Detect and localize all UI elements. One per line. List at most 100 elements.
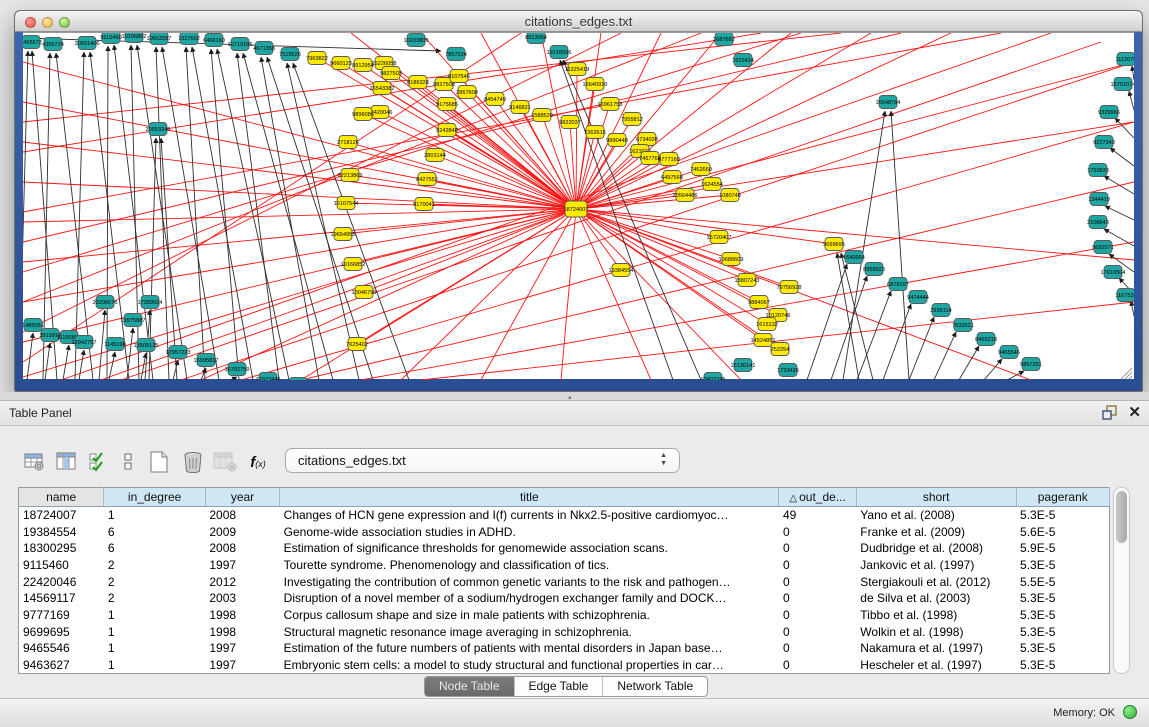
- graph-node[interactable]: 9455572: [23, 36, 42, 49]
- graph-node[interactable]: 20053346: [146, 123, 171, 136]
- column-header-short[interactable]: short: [856, 488, 1016, 507]
- graph-node[interactable]: 7462660: [690, 163, 712, 176]
- close-panel-icon[interactable]: ✕: [1128, 405, 1141, 421]
- graph-node[interactable]: 16107544: [334, 197, 359, 210]
- graph-node[interactable]: 19384554: [609, 264, 634, 277]
- column-header-pagerank[interactable]: pagerank: [1016, 488, 1109, 507]
- graph-node[interactable]: 11325419: [565, 63, 589, 76]
- graph-node[interactable]: 9245012: [287, 378, 309, 381]
- graph-node[interactable]: 16640910: [583, 78, 608, 91]
- graph-node[interactable]: 9146821: [509, 101, 531, 114]
- graph-node[interactable]: 7955812: [621, 113, 643, 126]
- network-canvas[interactable]: 9455572435572420691406911546010196862106…: [23, 33, 1134, 380]
- function-builder-button[interactable]: f(x): [246, 450, 270, 474]
- graph-node[interactable]: 7963822: [306, 52, 328, 65]
- graph-node[interactable]: 19218596: [547, 46, 572, 59]
- graph-node[interactable]: 17359924: [138, 296, 163, 309]
- column-header-year[interactable]: year: [205, 488, 279, 507]
- graph-node[interactable]: 10719185: [228, 38, 253, 51]
- memory-ok-icon[interactable]: [1123, 705, 1137, 719]
- graph-node[interactable]: 1588520: [531, 109, 553, 122]
- graph-node[interactable]: 9227343: [1093, 136, 1115, 149]
- graph-node[interactable]: 1112075: [1116, 53, 1134, 66]
- table-row[interactable]: 911546021997Tourette syndrome. Phenomeno…: [19, 557, 1110, 574]
- table-row[interactable]: 946362711997Embryonic stem cells: a mode…: [19, 657, 1110, 674]
- graph-node[interactable]: 16543382: [370, 82, 395, 95]
- graph-node[interactable]: 17957223: [166, 346, 191, 359]
- table-row[interactable]: 2242004622012Investigating the contribut…: [19, 573, 1110, 590]
- graph-node[interactable]: 17016504: [1101, 266, 1126, 279]
- graph-node[interactable]: 19975887: [121, 314, 146, 327]
- graph-node[interactable]: 79756928: [777, 281, 802, 294]
- graph-node[interactable]: 9465546: [998, 346, 1020, 359]
- graph-node[interactable]: 9896086: [352, 108, 374, 121]
- graph-node[interactable]: 2935114: [930, 304, 951, 317]
- graph-node[interactable]: 10653287: [147, 33, 172, 45]
- graph-node[interactable]: 1615424: [732, 54, 754, 67]
- tab-edge-table[interactable]: Edge Table: [515, 677, 604, 696]
- graph-node[interactable]: 19654955: [331, 228, 356, 241]
- show-columns-button[interactable]: [55, 450, 79, 474]
- graph-node[interactable]: 8465318: [975, 333, 997, 346]
- graph-node[interactable]: 9890448: [606, 134, 628, 147]
- graph-node[interactable]: 9115460: [100, 33, 121, 44]
- graph-node[interactable]: 1640954: [843, 251, 865, 264]
- graph-node[interactable]: 9170041: [413, 198, 435, 211]
- graph-node[interactable]: 19166852: [341, 258, 366, 271]
- graph-node[interactable]: 9857251: [1020, 358, 1042, 371]
- graph-node[interactable]: 2687682: [713, 33, 735, 46]
- graph-node[interactable]: 1362615: [584, 126, 606, 139]
- graph-node[interactable]: 1145190: [104, 338, 125, 351]
- graph-node[interactable]: 2718126: [337, 136, 359, 149]
- graph-node[interactable]: 4671358: [253, 42, 275, 55]
- graph-node[interactable]: 1080748: [719, 189, 741, 202]
- graph-node[interactable]: 1615132: [756, 318, 778, 331]
- graph-node[interactable]: 9827503: [380, 67, 402, 80]
- graph-node[interactable]: 7632621: [952, 319, 974, 332]
- column-header-out_de[interactable]: △out_de...: [779, 488, 856, 507]
- row-height-button[interactable]: [116, 450, 140, 474]
- graph-node[interactable]: 10403245: [701, 373, 726, 381]
- float-panel-icon[interactable]: [1102, 405, 1118, 421]
- new-table-button[interactable]: [147, 450, 171, 474]
- tab-network-table[interactable]: Network Table: [603, 677, 707, 696]
- graph-node[interactable]: 10046790: [352, 286, 377, 299]
- graph-node[interactable]: 9884067: [748, 296, 770, 309]
- table-row[interactable]: 1872400712008Changes of HCN gene express…: [19, 507, 1110, 524]
- graph-node[interactable]: 1344419: [1088, 193, 1110, 206]
- graph-node[interactable]: 9777169: [658, 153, 680, 166]
- graph-node[interactable]: 6879197: [887, 278, 909, 291]
- column-header-title[interactable]: title: [280, 488, 779, 507]
- scrollbar-thumb[interactable]: [1116, 491, 1127, 543]
- table-row[interactable]: 1830029562008Estimation of significance …: [19, 540, 1110, 557]
- graph-node[interactable]: 9329966: [1098, 106, 1120, 119]
- table-row[interactable]: 946554611997Estimation of the future num…: [19, 640, 1110, 657]
- graph-node[interactable]: 20206576: [93, 296, 118, 309]
- table-row[interactable]: 977716911998Corpus callosum shape and si…: [19, 607, 1110, 624]
- graph-node[interactable]: 4355724: [42, 38, 64, 51]
- column-header-in_degree[interactable]: in_degree: [104, 488, 205, 507]
- graph-node[interactable]: 252254: [771, 343, 790, 356]
- select-rows-button[interactable]: [87, 450, 111, 474]
- column-header-name[interactable]: name: [19, 488, 104, 507]
- graph-node[interactable]: 10196862: [122, 33, 147, 43]
- delete-table-button[interactable]: [181, 450, 205, 474]
- graph-node[interactable]: 2867608: [456, 86, 478, 99]
- graph-node[interactable]: 6497568: [661, 171, 683, 184]
- graph-node[interactable]: 8454749: [484, 93, 506, 106]
- graph-node[interactable]: 15751074: [1111, 78, 1134, 91]
- graph-node[interactable]: 15136141: [731, 359, 756, 372]
- table-row[interactable]: 969969511998Structural magnetic resonanc…: [19, 623, 1110, 640]
- graph-node[interactable]: 7625402: [346, 338, 368, 351]
- graph-node[interactable]: 18807243: [735, 274, 760, 287]
- table-scrollbar[interactable]: [1113, 487, 1130, 674]
- graph-node[interactable]: 20564486: [673, 189, 698, 202]
- graph-node[interactable]: 16033809: [404, 34, 429, 47]
- graph-node[interactable]: 8958923: [863, 263, 885, 276]
- network-table-select[interactable]: citations_edges.txt ▲▼: [285, 448, 680, 473]
- graph-node[interactable]: 6734028: [636, 133, 658, 146]
- graph-node[interactable]: 9822037: [559, 116, 581, 129]
- graph-node[interactable]: 7515526: [279, 48, 301, 61]
- graph-node[interactable]: 12923446: [256, 373, 281, 381]
- graph-node[interactable]: 1733426: [777, 364, 799, 377]
